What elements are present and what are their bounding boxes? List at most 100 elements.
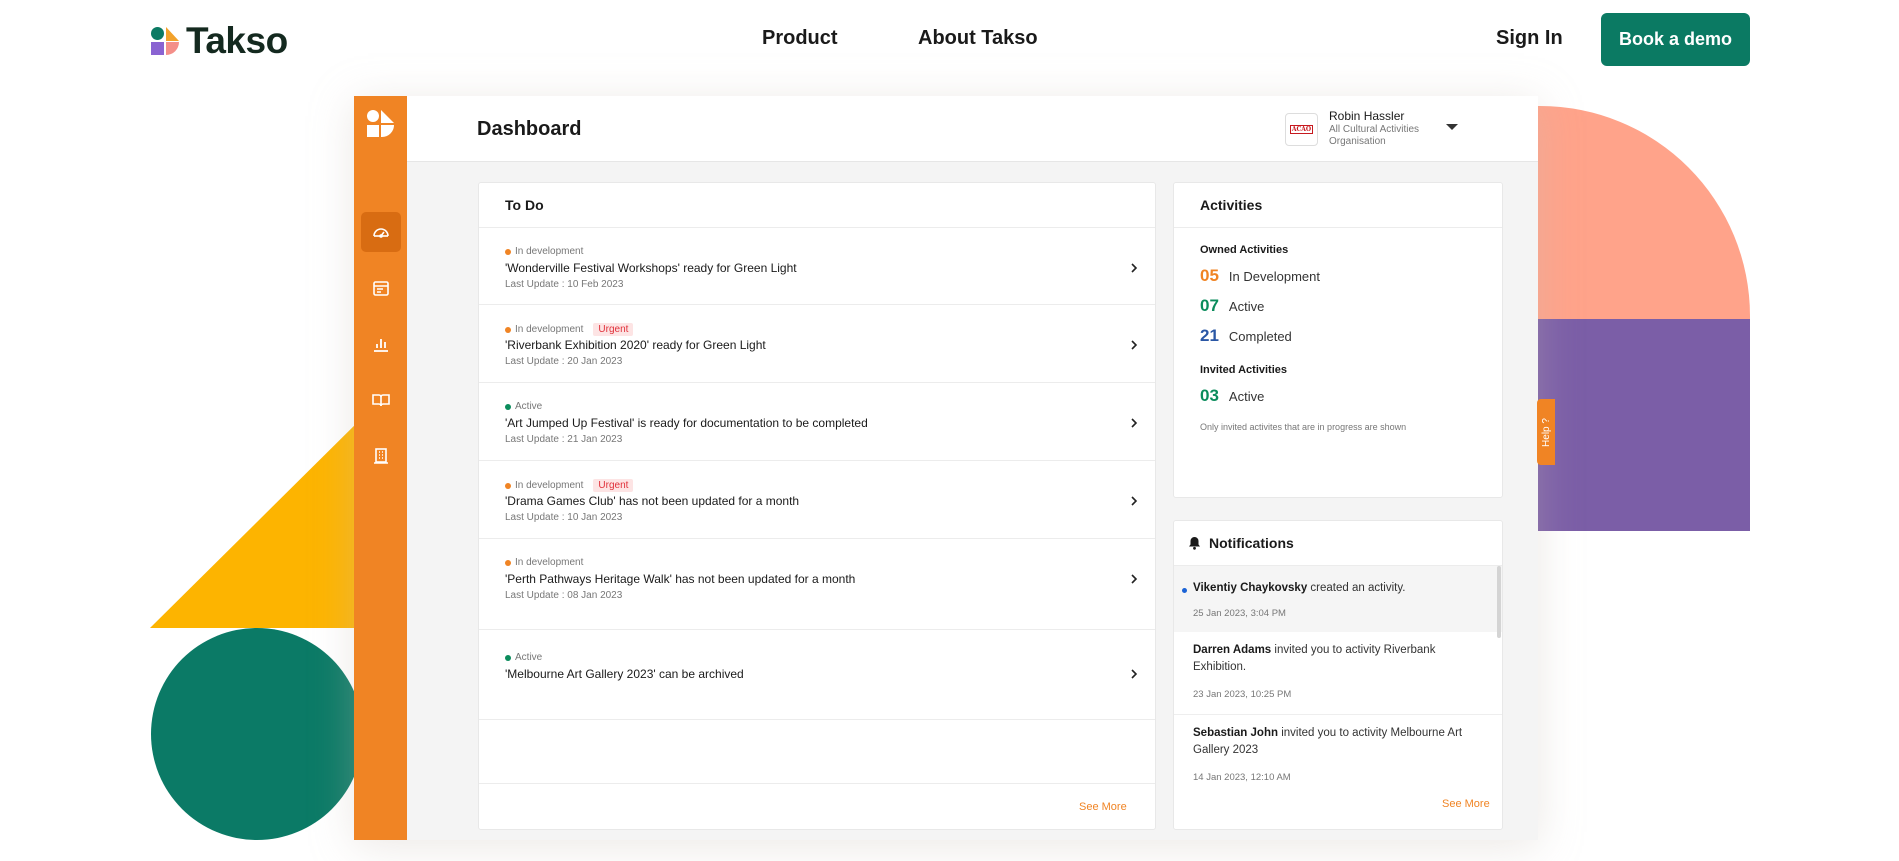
chevron-right-icon[interactable] xyxy=(1129,669,1139,679)
todo-item[interactable]: In development Urgent 'Drama Games Club' h… xyxy=(479,461,1155,539)
notification-time: 25 Jan 2023, 3:04 PM xyxy=(1193,608,1286,619)
sidebar-item-reports[interactable] xyxy=(361,324,401,364)
logo-text: Takso xyxy=(186,20,288,61)
todo-title: 'Perth Pathways Heritage Walk' has not b… xyxy=(505,572,856,586)
calendar-icon xyxy=(373,281,389,296)
app-header: Dashboard ACAO Robin Hassler All Cultura… xyxy=(407,96,1538,162)
sidebar-item-calendar[interactable] xyxy=(361,268,401,308)
invited-active-label: Active xyxy=(1228,389,1265,404)
chevron-right-icon[interactable] xyxy=(1129,574,1139,584)
bell-icon xyxy=(1189,537,1200,550)
decor-salmon-quarter-circle xyxy=(1536,106,1750,319)
owned-in-development-count: 05 xyxy=(1200,266,1219,285)
org-avatar-logo: ACAO xyxy=(1289,125,1314,134)
todo-title: 'Wonderville Festival Workshops' ready f… xyxy=(505,261,797,275)
chevron-right-icon[interactable] xyxy=(1129,496,1139,506)
todo-title: 'Riverbank Exhibition 2020' ready for Gr… xyxy=(505,338,766,352)
notifications-card-header: Notifications xyxy=(1174,521,1502,566)
app-logo-icon[interactable] xyxy=(367,110,395,140)
sidebar-item-organisation[interactable] xyxy=(361,436,401,476)
nav-about-link[interactable]: About Takso xyxy=(918,27,1038,50)
notification-item[interactable]: Vikentiy Chaykovsky created an activity.… xyxy=(1174,566,1502,632)
takso-logo[interactable]: Takso xyxy=(150,22,288,59)
todo-status-label: In development xyxy=(515,557,584,568)
notification-item[interactable]: Darren Adams invited you to activity Riv… xyxy=(1174,632,1502,714)
notifications-card: Notifications Vikentiy Chaykovsky create… xyxy=(1173,520,1503,830)
decor-green-circle xyxy=(151,628,363,840)
todo-status: Active xyxy=(505,401,542,412)
status-dot-icon xyxy=(505,482,511,489)
status-dot-icon xyxy=(505,326,511,333)
notification-text: Sebastian John invited you to activity M… xyxy=(1193,725,1485,758)
todo-status: In development xyxy=(505,557,583,568)
notification-actor: Sebastian John xyxy=(1193,727,1278,739)
todo-status-label: In development xyxy=(515,480,584,491)
sidebar-item-resources[interactable] xyxy=(361,380,401,420)
chart-icon xyxy=(374,339,388,352)
todo-item[interactable]: In development 'Wonderville Festival Work… xyxy=(479,228,1155,305)
invited-activities-title: Invited Activities xyxy=(1200,364,1288,376)
todo-title: 'Drama Games Club' has not been updated … xyxy=(505,494,800,508)
user-menu[interactable]: ACAO Robin Hassler All Cultural Activiti… xyxy=(1285,109,1485,151)
todo-item[interactable]: Active 'Melbourne Art Gallery 2023' can b… xyxy=(479,630,1155,720)
chevron-right-icon[interactable] xyxy=(1129,340,1139,350)
todo-status: In development Urgent xyxy=(505,323,634,336)
todo-status: In development Urgent xyxy=(505,479,634,492)
chevron-down-icon[interactable] xyxy=(1446,124,1458,130)
todo-item[interactable]: In development Urgent 'Riverbank Exhibitio… xyxy=(479,305,1155,383)
building-icon xyxy=(374,448,388,464)
sign-in-link[interactable]: Sign In xyxy=(1496,27,1563,50)
user-name: Robin Hassler xyxy=(1329,109,1405,123)
notifications-see-more-link[interactable]: See More xyxy=(1442,798,1490,810)
status-dot-icon xyxy=(505,248,511,255)
todo-status-label: In development xyxy=(515,246,584,257)
notification-text: Vikentiy Chaykovsky created an activity. xyxy=(1193,580,1485,597)
owned-in-development-label: In Development xyxy=(1228,269,1320,284)
chevron-right-icon[interactable] xyxy=(1129,263,1139,273)
owned-active-row[interactable]: 07 Active xyxy=(1200,296,1264,316)
todo-title: 'Melbourne Art Gallery 2023' can be arch… xyxy=(505,667,744,681)
notification-actor: Vikentiy Chaykovsky xyxy=(1193,582,1308,594)
status-dot-icon xyxy=(505,654,511,661)
site-header: Takso Product About Takso Sign In Book a… xyxy=(0,0,1899,80)
todo-item[interactable]: In development 'Perth Pathways Heritage W… xyxy=(479,539,1155,630)
app-sidebar xyxy=(354,96,407,840)
activities-card: Activities Owned Activities 05 In Develo… xyxy=(1173,182,1503,498)
todo-item[interactable]: Active 'Art Jumped Up Festival' is ready … xyxy=(479,383,1155,461)
dashboard-icon xyxy=(373,228,389,238)
book-demo-button[interactable]: Book a demo xyxy=(1601,13,1750,66)
urgent-badge: Urgent xyxy=(593,479,634,492)
chevron-right-icon[interactable] xyxy=(1129,418,1139,428)
decor-purple-square xyxy=(1536,319,1750,531)
todo-title: 'Art Jumped Up Festival' is ready for do… xyxy=(505,416,868,430)
todo-card: To Do In development 'Wonderville Festiva… xyxy=(478,182,1156,830)
todo-status-label: In development xyxy=(515,324,584,335)
owned-active-count: 07 xyxy=(1200,296,1219,315)
todo-status-label: Active xyxy=(515,652,543,663)
org-avatar: ACAO xyxy=(1285,113,1318,146)
owned-completed-row[interactable]: 21 Completed xyxy=(1200,326,1292,346)
user-organisation: All Cultural Activities Organisation xyxy=(1329,124,1420,147)
help-tab-label: Help ? xyxy=(1540,417,1552,447)
urgent-badge: Urgent xyxy=(593,323,634,336)
todo-last-update: Last Update : 20 Jan 2023 xyxy=(505,356,623,367)
owned-activities-title: Owned Activities xyxy=(1200,244,1289,256)
book-icon xyxy=(372,394,390,407)
notification-message: created an activity. xyxy=(1307,582,1406,594)
todo-status: Active xyxy=(505,652,542,663)
notification-list: Vikentiy Chaykovsky created an activity.… xyxy=(1174,566,1502,784)
nav-product-link[interactable]: Product xyxy=(762,27,838,50)
invited-active-row[interactable]: 03 Active xyxy=(1200,386,1264,406)
sidebar-item-dashboard[interactable] xyxy=(361,212,401,252)
notifications-scrollbar[interactable] xyxy=(1497,566,1501,638)
invited-active-count: 03 xyxy=(1200,386,1219,405)
help-tab[interactable]: Help ? xyxy=(1537,399,1555,465)
status-dot-icon xyxy=(505,559,511,566)
notification-time: 23 Jan 2023, 10:25 PM xyxy=(1193,689,1292,700)
todo-card-title: To Do xyxy=(479,183,1155,228)
notification-item[interactable]: Sebastian John invited you to activity M… xyxy=(1174,714,1502,784)
todo-status-label: Active xyxy=(515,401,543,412)
notification-actor: Darren Adams xyxy=(1193,644,1272,656)
todo-see-more-link[interactable]: See More xyxy=(1079,801,1127,813)
owned-in-development-row[interactable]: 05 In Development xyxy=(1200,266,1320,286)
